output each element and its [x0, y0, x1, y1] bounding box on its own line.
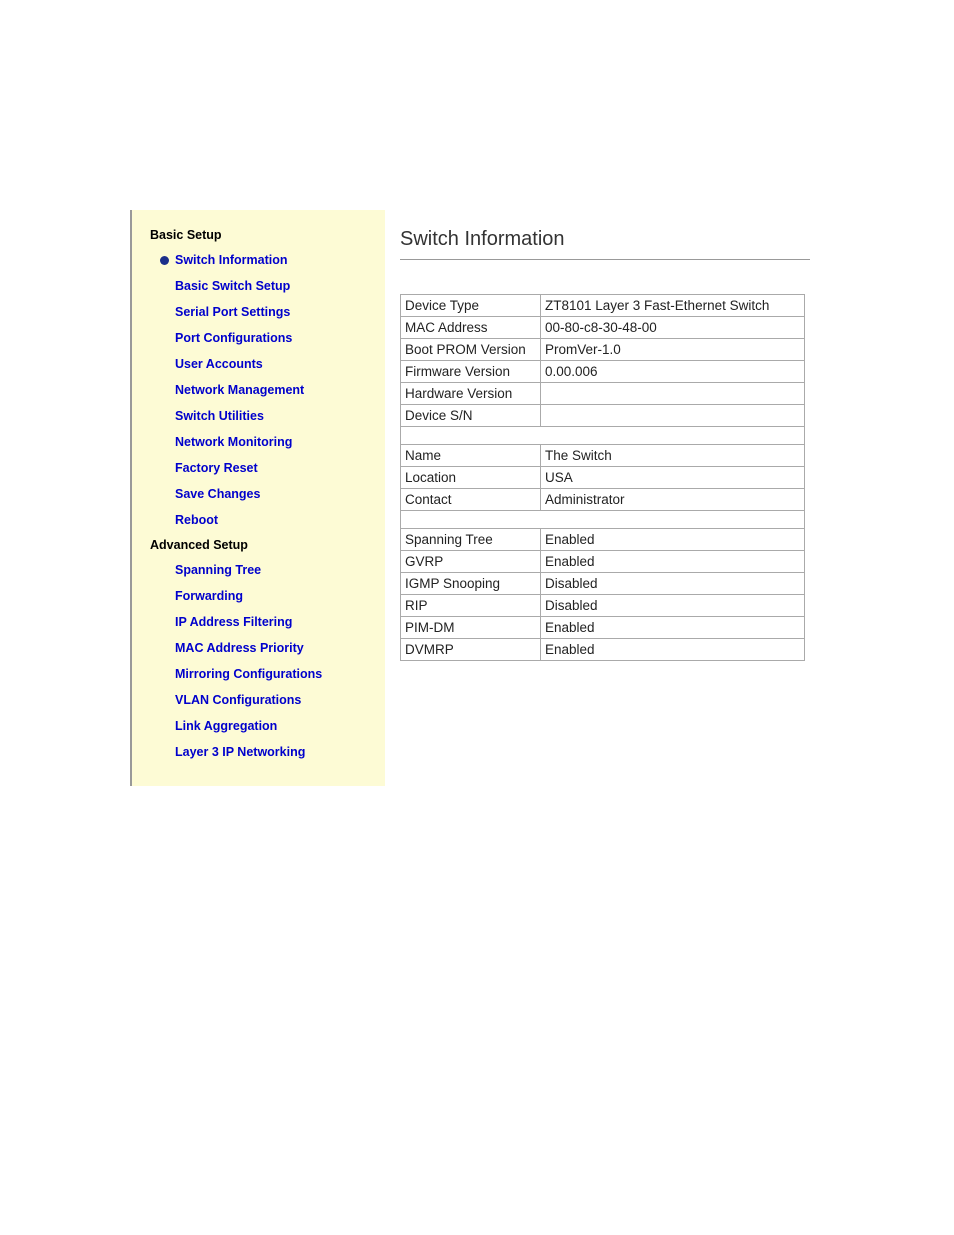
main-content: Switch Information Device Type ZT8101 La…: [385, 210, 805, 786]
nav-link[interactable]: Switch Utilities: [175, 409, 264, 423]
table-row: Hardware Version: [401, 383, 805, 405]
sidebar-item-save-changes[interactable]: Save Changes: [175, 484, 373, 504]
sidebar-item-network-monitoring[interactable]: Network Monitoring: [175, 432, 373, 452]
sidebar-item-vlan-configurations[interactable]: VLAN Configurations: [175, 690, 373, 710]
info-label: Device Type: [401, 295, 541, 317]
info-label: Device S/N: [401, 405, 541, 427]
advanced-setup-title: Advanced Setup: [150, 538, 373, 552]
info-value: Enabled: [541, 617, 805, 639]
nav-link[interactable]: Save Changes: [175, 487, 260, 501]
table-row: Firmware Version 0.00.006: [401, 361, 805, 383]
info-label: GVRP: [401, 551, 541, 573]
table-row: Location USA: [401, 467, 805, 489]
title-divider: [400, 259, 810, 260]
sidebar-item-link-aggregation[interactable]: Link Aggregation: [175, 716, 373, 736]
info-label: DVMRP: [401, 639, 541, 661]
nav-link[interactable]: Network Monitoring: [175, 435, 292, 449]
info-label: Firmware Version: [401, 361, 541, 383]
info-value: USA: [541, 467, 805, 489]
table-row: Boot PROM Version PromVer-1.0: [401, 339, 805, 361]
app-container: Basic Setup Switch Information Basic Swi…: [130, 210, 805, 786]
nav-link[interactable]: VLAN Configurations: [175, 693, 301, 707]
sidebar-item-mirroring-configurations[interactable]: Mirroring Configurations: [175, 664, 373, 684]
nav-link[interactable]: Link Aggregation: [175, 719, 277, 733]
sidebar-item-switch-information[interactable]: Switch Information: [160, 250, 373, 270]
sidebar-item-reboot[interactable]: Reboot: [175, 510, 373, 530]
info-label: Hardware Version: [401, 383, 541, 405]
sidebar-item-layer3-ip-networking[interactable]: Layer 3 IP Networking: [175, 742, 373, 762]
active-bullet-icon: [160, 256, 169, 265]
info-label: Name: [401, 445, 541, 467]
info-label: Location: [401, 467, 541, 489]
info-value: 00-80-c8-30-48-00: [541, 317, 805, 339]
table-spacer: [401, 511, 805, 529]
info-value: Administrator: [541, 489, 805, 511]
table-row: Device Type ZT8101 Layer 3 Fast-Ethernet…: [401, 295, 805, 317]
info-value: Enabled: [541, 529, 805, 551]
table-row: Device S/N: [401, 405, 805, 427]
info-value: 0.00.006: [541, 361, 805, 383]
sidebar-item-basic-switch-setup[interactable]: Basic Switch Setup: [175, 276, 373, 296]
nav-link[interactable]: Forwarding: [175, 589, 243, 603]
nav-link[interactable]: Serial Port Settings: [175, 305, 290, 319]
sidebar-item-ip-address-filtering[interactable]: IP Address Filtering: [175, 612, 373, 632]
info-value: Disabled: [541, 595, 805, 617]
info-value: Enabled: [541, 551, 805, 573]
table-row: Name The Switch: [401, 445, 805, 467]
nav-link[interactable]: Mirroring Configurations: [175, 667, 322, 681]
table-row: Contact Administrator: [401, 489, 805, 511]
table-row: Spanning Tree Enabled: [401, 529, 805, 551]
info-value: [541, 405, 805, 427]
info-value: PromVer-1.0: [541, 339, 805, 361]
page-title: Switch Information: [400, 228, 805, 251]
table-row: PIM-DM Enabled: [401, 617, 805, 639]
nav-link[interactable]: Basic Switch Setup: [175, 279, 290, 293]
info-value: Enabled: [541, 639, 805, 661]
sidebar-item-spanning-tree[interactable]: Spanning Tree: [175, 560, 373, 580]
sidebar: Basic Setup Switch Information Basic Swi…: [130, 210, 385, 786]
info-label: Spanning Tree: [401, 529, 541, 551]
sidebar-item-mac-address-priority[interactable]: MAC Address Priority: [175, 638, 373, 658]
nav-link[interactable]: IP Address Filtering: [175, 615, 292, 629]
info-label: Boot PROM Version: [401, 339, 541, 361]
nav-link[interactable]: Layer 3 IP Networking: [175, 745, 305, 759]
sidebar-item-user-accounts[interactable]: User Accounts: [175, 354, 373, 374]
info-label: MAC Address: [401, 317, 541, 339]
table-row: DVMRP Enabled: [401, 639, 805, 661]
table-row: GVRP Enabled: [401, 551, 805, 573]
nav-link[interactable]: Switch Information: [175, 253, 288, 267]
info-label: Contact: [401, 489, 541, 511]
sidebar-item-factory-reset[interactable]: Factory Reset: [175, 458, 373, 478]
info-value: [541, 383, 805, 405]
table-row: RIP Disabled: [401, 595, 805, 617]
switch-info-table: Device Type ZT8101 Layer 3 Fast-Ethernet…: [400, 294, 805, 661]
info-label: IGMP Snooping: [401, 573, 541, 595]
info-value: The Switch: [541, 445, 805, 467]
nav-link[interactable]: Factory Reset: [175, 461, 258, 475]
table-row: IGMP Snooping Disabled: [401, 573, 805, 595]
sidebar-item-network-management[interactable]: Network Management: [175, 380, 373, 400]
table-spacer: [401, 427, 805, 445]
nav-link[interactable]: User Accounts: [175, 357, 263, 371]
nav-link[interactable]: Spanning Tree: [175, 563, 261, 577]
sidebar-item-forwarding[interactable]: Forwarding: [175, 586, 373, 606]
basic-setup-title: Basic Setup: [150, 228, 373, 242]
info-value: ZT8101 Layer 3 Fast-Ethernet Switch: [541, 295, 805, 317]
info-label: PIM-DM: [401, 617, 541, 639]
table-row: MAC Address 00-80-c8-30-48-00: [401, 317, 805, 339]
nav-link[interactable]: Reboot: [175, 513, 218, 527]
sidebar-item-switch-utilities[interactable]: Switch Utilities: [175, 406, 373, 426]
sidebar-item-serial-port-settings[interactable]: Serial Port Settings: [175, 302, 373, 322]
sidebar-item-port-configurations[interactable]: Port Configurations: [175, 328, 373, 348]
info-label: RIP: [401, 595, 541, 617]
nav-link[interactable]: MAC Address Priority: [175, 641, 304, 655]
nav-link[interactable]: Network Management: [175, 383, 304, 397]
nav-link[interactable]: Port Configurations: [175, 331, 292, 345]
info-value: Disabled: [541, 573, 805, 595]
